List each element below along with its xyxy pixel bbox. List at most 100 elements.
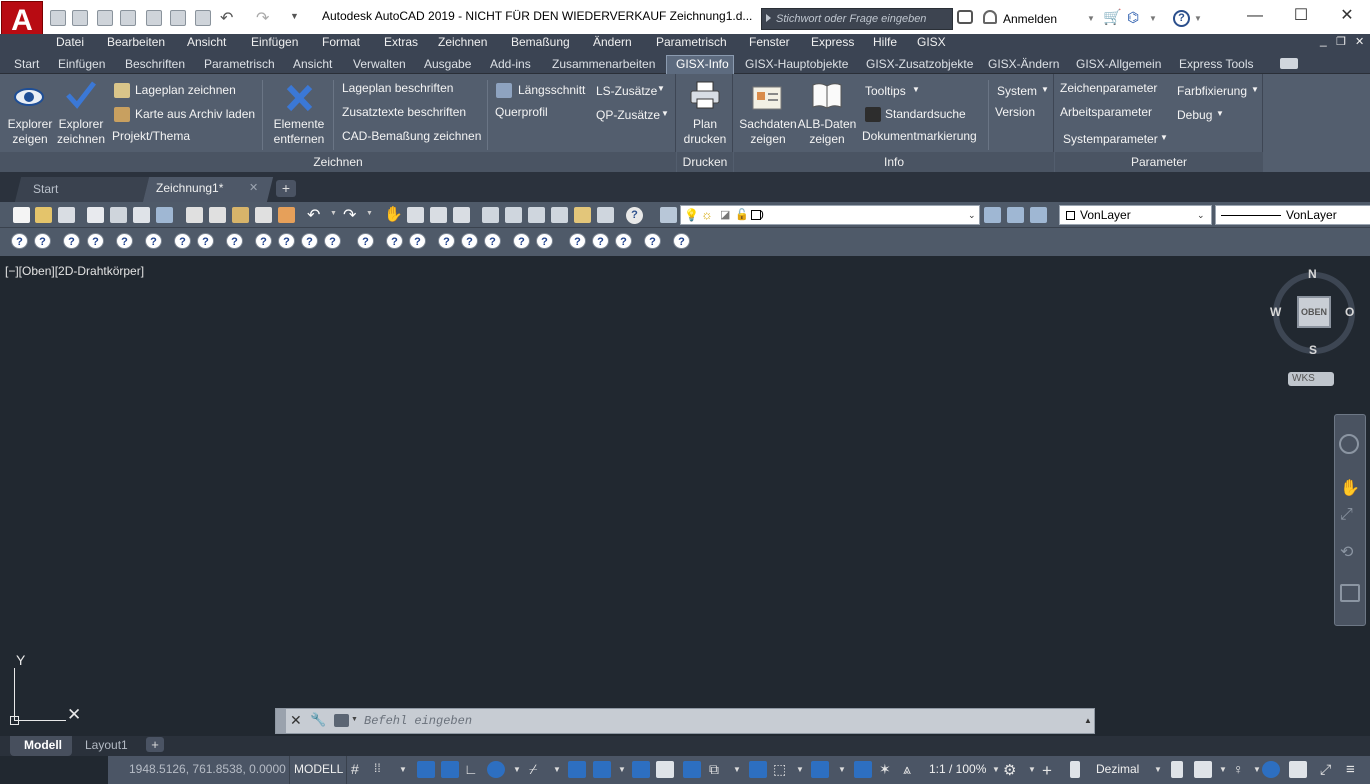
maximize-button[interactable]: ☐ [1278, 3, 1324, 29]
menu-fenster[interactable]: Fenster [749, 35, 790, 49]
gisx-tool-icon[interactable]: ? [592, 233, 609, 249]
menu-format[interactable]: Format [322, 35, 360, 49]
gisx-tool-icon[interactable]: ? [461, 233, 478, 249]
dokumentmarkierung-button[interactable]: Dokumentmarkierung [862, 129, 977, 143]
menu-hilfe[interactable]: Hilfe [873, 35, 897, 49]
system-dropdown-icon[interactable]: ▼ [1041, 85, 1049, 94]
doc-restore-icon[interactable]: ❐ [1336, 35, 1346, 48]
grid-icon[interactable]: # [351, 761, 369, 778]
system-button[interactable]: System [997, 84, 1037, 98]
elemente-entfernen-button[interactable]: Elemente entfernen [270, 117, 328, 147]
qp-dropdown-icon[interactable]: ▼ [661, 109, 669, 118]
tab-gisx-zusatzobjekte[interactable]: GISX-Zusatzobjekte [866, 57, 973, 71]
debug-button[interactable]: Debug [1177, 108, 1212, 122]
paste-icon[interactable] [232, 207, 249, 223]
cut-icon[interactable] [186, 207, 203, 223]
publish-icon[interactable] [133, 207, 150, 223]
zoom-realtime-icon[interactable] [407, 207, 424, 223]
compass-south[interactable]: S [1309, 343, 1317, 357]
lock-ui-icon[interactable] [1194, 761, 1212, 778]
open-folder-icon[interactable] [35, 207, 52, 223]
gisx-tool-icon[interactable]: ? [673, 233, 690, 249]
standardsuche-button[interactable]: Standardsuche [885, 107, 966, 121]
alb-daten-button[interactable]: ALB-Daten zeigen [797, 117, 857, 147]
annotation-scale-value[interactable]: 1:1 / 100% [929, 762, 986, 776]
isodraft-icon[interactable]: ⌿ [529, 761, 547, 778]
ucs-menu[interactable]: WKS [1288, 372, 1334, 386]
make-current-layer-icon[interactable] [984, 207, 1001, 223]
steering-wheel-icon[interactable] [1339, 434, 1359, 454]
isolate-objects-icon[interactable]: ♀ [1233, 761, 1251, 778]
tab-ansicht[interactable]: Ansicht [293, 57, 332, 71]
projekt-thema-button[interactable]: Projekt/Thema [112, 129, 190, 143]
qp-zusaetze-button[interactable]: QP-Zusätze [596, 108, 660, 122]
fullscreen-icon[interactable]: ⤢ [1320, 761, 1338, 778]
new-file-icon[interactable] [13, 207, 30, 223]
close-button[interactable]: ✕ [1324, 3, 1370, 29]
doc-tab-drawing[interactable]: Zeichnung1* [156, 181, 223, 195]
compass-west[interactable]: W [1270, 305, 1281, 319]
zoom-window-icon[interactable] [430, 207, 447, 223]
orbit-icon[interactable]: ⟲ [1340, 542, 1353, 562]
dynamic-ucs-icon[interactable] [749, 761, 767, 778]
coordinates-readout[interactable]: 1948.5126, 761.8538, 0.0000 [129, 762, 286, 776]
tab-addins[interactable]: Add-ins [490, 57, 531, 71]
infer-constraints-icon[interactable] [417, 761, 435, 778]
tool-palettes-icon[interactable] [528, 207, 545, 223]
command-input[interactable]: Befehl eingeben [364, 714, 472, 728]
systemparameter-button[interactable]: Systemparameter [1063, 132, 1158, 146]
tab-gisx-hauptobjekte[interactable]: GISX-Hauptobjekte [745, 57, 848, 71]
search-input[interactable]: Stichwort oder Frage eingeben [761, 8, 953, 30]
close-tab-icon[interactable]: ✕ [249, 181, 258, 194]
copy-icon[interactable] [209, 207, 226, 223]
gisx-tool-icon[interactable]: ? [11, 233, 28, 249]
sheet-set-icon[interactable] [551, 207, 568, 223]
quick-properties-icon[interactable] [1171, 761, 1183, 778]
gisx-tool-icon[interactable]: ? [513, 233, 530, 249]
help-icon[interactable]: ? [1173, 10, 1190, 27]
gisx-tool-icon[interactable]: ? [644, 233, 661, 249]
workspace-gear-icon[interactable]: ⚙ [1003, 761, 1021, 779]
autoscale-icon[interactable]: ✶ [879, 761, 897, 778]
gisx-tool-icon[interactable]: ? [536, 233, 553, 249]
gisx-tool-icon[interactable]: ? [34, 233, 51, 249]
tab-parametrisch[interactable]: Parametrisch [204, 57, 275, 71]
tab-ausgabe[interactable]: Ausgabe [424, 57, 471, 71]
transparency-icon[interactable] [656, 761, 674, 778]
menu-aendern[interactable]: Ändern [593, 35, 632, 49]
polar-dropdown-icon[interactable]: ▼ [513, 765, 521, 774]
cart-icon[interactable]: 🛒 [1103, 8, 1122, 26]
match-properties-icon[interactable] [255, 207, 272, 223]
lock-ui-dropdown-icon[interactable]: ▼ [1219, 765, 1227, 774]
explorer-zeichnen-button[interactable]: Explorer zeichnen [56, 117, 106, 147]
model-space-button[interactable]: MODELL [294, 762, 343, 776]
minimize-button[interactable]: — [1232, 3, 1278, 29]
gisx-tool-icon[interactable]: ? [226, 233, 243, 249]
menu-parametrisch[interactable]: Parametrisch [656, 35, 727, 49]
gisx-tool-icon[interactable]: ? [409, 233, 426, 249]
web-publish-icon[interactable] [156, 207, 173, 223]
gisx-tool-icon[interactable]: ? [357, 233, 374, 249]
tab-gisx-info[interactable]: GISX-Info [676, 57, 729, 71]
snap-dropdown-icon[interactable]: ▼ [399, 765, 407, 774]
signin-dropdown-icon[interactable]: ▼ [1087, 14, 1095, 23]
farbfixierung-dropdown-icon[interactable]: ▼ [1251, 85, 1259, 94]
tab-model[interactable]: Modell [24, 738, 62, 752]
print-icon[interactable] [87, 207, 104, 223]
add-layout-icon[interactable]: + [146, 737, 164, 752]
showmotion-icon[interactable] [1340, 584, 1360, 602]
drawing-viewport[interactable]: [−][Oben][2D-Drahtkörper] OBEN N S W O W… [0, 256, 1370, 736]
help-dropdown-icon[interactable]: ▼ [1194, 14, 1202, 23]
tab-einfuegen[interactable]: Einfügen [58, 57, 105, 71]
tab-beschriften[interactable]: Beschriften [125, 57, 185, 71]
isodraft-dropdown-icon[interactable]: ▼ [553, 765, 561, 774]
ls-dropdown-icon[interactable]: ▼ [657, 84, 665, 93]
gisx-tool-icon[interactable]: ? [438, 233, 455, 249]
preview-icon[interactable] [110, 207, 127, 223]
save-disk-icon[interactable] [58, 207, 75, 223]
gizmo-dropdown-icon[interactable]: ▼ [838, 765, 846, 774]
qat-customize-icon[interactable]: ▼ [290, 11, 299, 21]
querprofil-button[interactable]: Querprofil [495, 105, 548, 119]
viewcube-top-face[interactable]: OBEN [1297, 296, 1331, 328]
help-toolbar-icon[interactable]: ? [626, 207, 643, 224]
